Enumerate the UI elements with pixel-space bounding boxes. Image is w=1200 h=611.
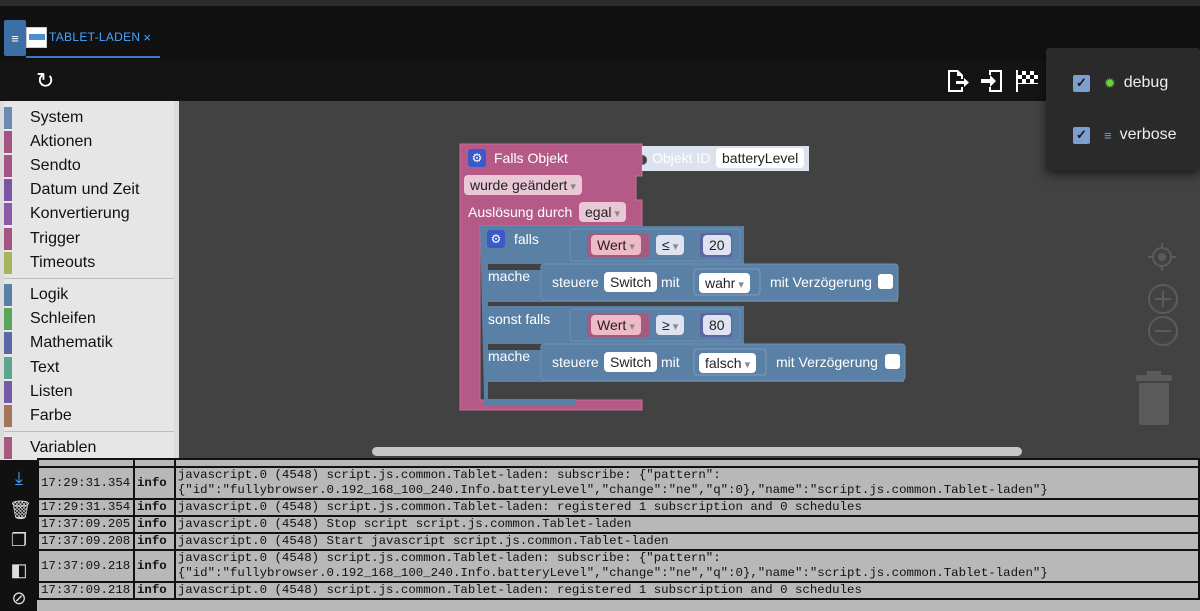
condition-2-number-field[interactable]: 80 <box>703 315 731 335</box>
log-message: javascript.0 (4548) script.js.common.Tab… <box>173 466 1200 500</box>
log-severity: info <box>132 532 176 551</box>
log-row-partial <box>37 458 1200 468</box>
set-2-target-field[interactable]: Switch <box>604 352 658 372</box>
blockly-workspace[interactable]: System Aktionen Sendto Datum und Zeit Ko… <box>0 101 1200 460</box>
tab-bar: ≡ TABLET-LADEN × <box>0 6 1200 60</box>
set-2-with-label: mit <box>661 354 680 370</box>
editor-toolbar: ↻ <box>0 60 1200 101</box>
recenter-icon[interactable] <box>1146 241 1178 280</box>
log-table: 17:29:31.354 info javascript.0 (4548) sc… <box>37 458 1200 600</box>
gear-icon[interactable]: ⚙ <box>468 149 486 167</box>
log-severity: info <box>132 498 176 517</box>
if-label: falls <box>514 231 539 247</box>
export-icon[interactable] <box>946 68 970 94</box>
log-time: 17:37:09.208 <box>37 532 135 551</box>
log-time: 17:37:09.218 <box>37 549 135 583</box>
log-time: 17:29:31.354 <box>37 498 135 517</box>
trigger-by-dropdown[interactable]: egal <box>579 202 627 222</box>
zoom-out-icon[interactable] <box>1147 315 1179 354</box>
import-icon[interactable] <box>980 68 1004 94</box>
condition-2-operator-dropdown[interactable]: ≥ <box>656 315 685 335</box>
set-1-value-dropdown[interactable]: wahr <box>699 273 750 293</box>
log-message: javascript.0 (4548) Stop script script.j… <box>173 515 1200 534</box>
workspace-scrollbar[interactable] <box>372 447 1022 456</box>
log-row: 17:37:09.205 info javascript.0 (4548) St… <box>37 515 1200 534</box>
tab-tablet-laden[interactable]: TABLET-LADEN × <box>26 18 160 58</box>
menu-icon[interactable]: ≡ <box>4 20 26 56</box>
log-message: javascript.0 (4548) script.js.common.Tab… <box>173 581 1200 600</box>
log-message: javascript.0 (4548) script.js.common.Tab… <box>173 549 1200 583</box>
log-message: javascript.0 (4548) script.js.common.Tab… <box>173 498 1200 517</box>
check-icon[interactable]: ✓ <box>1073 74 1090 92</box>
trash-icon[interactable] <box>1136 371 1172 425</box>
list-check-icon: ≡ <box>1104 127 1112 143</box>
hide-icon[interactable]: ⊘ <box>9 588 29 609</box>
set-1-delay-label: mit Verzögerung <box>770 274 872 290</box>
set-1-label: steuere <box>552 274 599 290</box>
bug-icon: ✹ <box>1104 74 1116 91</box>
script-logo-icon <box>26 26 47 48</box>
log-row: 17:37:09.208 info javascript.0 (4548) St… <box>37 532 1200 551</box>
log-severity: info <box>132 581 176 600</box>
changed-dropdown[interactable]: wurde geändert <box>464 175 582 195</box>
log-row: 17:29:31.354 info javascript.0 (4548) sc… <box>37 466 1200 500</box>
gear-icon[interactable]: ⚙ <box>487 230 505 248</box>
set-1-target-field[interactable]: Switch <box>604 272 658 292</box>
set-1-with-label: mit <box>661 274 680 290</box>
block-shapes <box>459 143 906 411</box>
then-label: mache <box>488 268 531 284</box>
log-time: 17:37:09.218 <box>37 581 135 600</box>
log-time: 17:37:09.205 <box>37 515 135 534</box>
log-width-icon[interactable]: ◧ <box>9 560 29 581</box>
set-2-label: steuere <box>552 354 599 370</box>
log-message: javascript.0 (4548) Start javascript scr… <box>173 532 1200 551</box>
refresh-icon[interactable]: ↻ <box>36 70 54 92</box>
condition-2-variable-dropdown[interactable]: Wert <box>591 315 641 335</box>
tab-close-icon[interactable]: × <box>143 30 151 45</box>
trigger-title: Falls Objekt <box>494 150 568 166</box>
tab-label: TABLET-LADEN <box>49 30 141 44</box>
log-severity: info <box>132 549 176 583</box>
condition-1-operator-dropdown[interactable]: ≤ <box>656 235 685 255</box>
log-row: 17:29:31.354 info javascript.0 (4548) sc… <box>37 498 1200 517</box>
log-severity: info <box>132 515 176 534</box>
check-icon[interactable]: ✓ <box>1073 126 1090 144</box>
debug-label: debug <box>1123 74 1169 91</box>
log-time: 17:29:31.354 <box>37 466 135 500</box>
set-1-delay-checkbox[interactable] <box>878 274 893 289</box>
log-toolbar: ⤓ 🗑 ❐ ◧ ⊘ <box>0 460 37 611</box>
log-severity: info <box>132 466 176 500</box>
object-id-field[interactable]: batteryLevel <box>716 148 805 168</box>
set-2-delay-label: mit Verzögerung <box>776 354 878 370</box>
log-level-menu: ✓ ✹ debug ✓ ≡ verbose <box>1046 48 1200 170</box>
copy-icon[interactable]: ❐ <box>9 530 29 551</box>
verbose-option[interactable]: ✓ ≡ verbose <box>1073 126 1177 144</box>
verbose-label: verbose <box>1119 126 1177 143</box>
condition-1-variable-dropdown[interactable]: Wert <box>591 235 641 255</box>
set-2-value-dropdown[interactable]: falsch <box>699 353 757 373</box>
condition-1-number-field[interactable]: 20 <box>703 235 731 255</box>
log-panel: ⤓ 🗑 ❐ ◧ ⊘ 17:29:31.354 info javascript.0… <box>0 458 1200 611</box>
elseif-label: sonst falls <box>488 311 551 327</box>
scroll-down-icon[interactable]: ⤓ <box>9 468 29 489</box>
log-row: 17:37:09.218 info javascript.0 (4548) sc… <box>37 581 1200 600</box>
clear-log-icon[interactable]: 🗑 <box>9 500 32 521</box>
flag-icon[interactable] <box>1014 68 1038 94</box>
object-id-label: Objekt ID <box>652 150 711 166</box>
set-2-delay-checkbox[interactable] <box>885 354 900 369</box>
then-2-label: mache <box>488 348 531 364</box>
log-row: 17:37:09.218 info javascript.0 (4548) sc… <box>37 549 1200 583</box>
trigger-by-label: Auslösung durch <box>468 204 573 220</box>
debug-option[interactable]: ✓ ✹ debug <box>1073 74 1168 92</box>
